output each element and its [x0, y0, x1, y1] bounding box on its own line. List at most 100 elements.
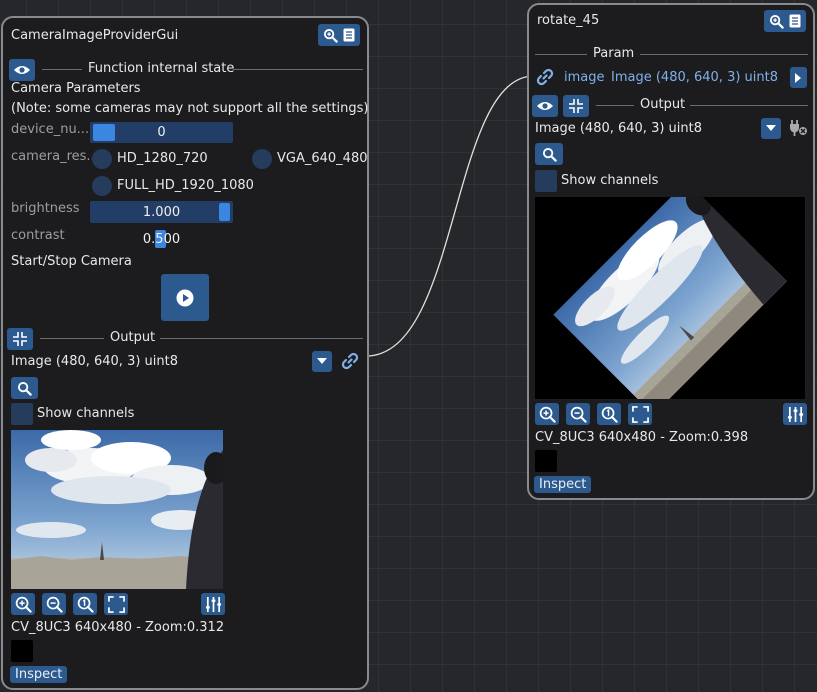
zoom-fit-button[interactable]: [104, 593, 128, 615]
separator-line: [160, 338, 363, 339]
inspect-button[interactable]: Inspect: [10, 666, 68, 683]
camera-parameters-note: (Note: some cameras may not support all …: [11, 101, 369, 116]
chevron-right-icon: [795, 72, 802, 83]
zoom-in-icon: [539, 406, 556, 423]
node-title: CameraImageProviderGui: [11, 28, 179, 43]
device-number-value: 0: [157, 125, 166, 140]
toggle-visibility-button[interactable]: [532, 95, 558, 117]
inspect-button[interactable]: Inspect: [534, 476, 592, 493]
brightness-slider[interactable]: 1.000: [90, 201, 233, 223]
show-channels-label: Show channels: [37, 406, 135, 421]
collapse-icon: [568, 98, 584, 114]
zoom-fit-button[interactable]: [628, 403, 652, 425]
image-zoom-button[interactable]: [535, 143, 563, 165]
eye-icon: [13, 64, 31, 76]
zoom-one-icon: [601, 406, 618, 423]
doc-icon: [343, 28, 355, 42]
image-info-label: CV_8UC3 640x480 - Zoom:0.312: [11, 620, 225, 635]
link-icon: [535, 67, 555, 87]
zoom-in-button[interactable]: [11, 593, 35, 615]
pixel-color-swatch: [11, 640, 33, 662]
camera-resolution-label: camera_res...: [11, 149, 99, 164]
separator-line: [233, 69, 363, 70]
show-channels-checkbox[interactable]: [11, 403, 33, 425]
contrast-slider[interactable]: 0.500: [90, 228, 233, 250]
radio-vga-640-480[interactable]: [252, 149, 272, 169]
chevron-down-icon: [766, 125, 776, 132]
zoom-out-icon: [570, 406, 587, 423]
zoom-out-button[interactable]: [566, 403, 590, 425]
collapse-icon: [12, 331, 28, 347]
brightness-value: 1.000: [142, 204, 181, 220]
output-dropdown-button[interactable]: [312, 351, 332, 372]
device-number-grab[interactable]: [93, 124, 115, 141]
radio-full-hd-1920-1080[interactable]: [92, 176, 112, 196]
image-zoom-button[interactable]: [11, 377, 38, 399]
param-value: Image (480, 640, 3) uint8: [611, 70, 779, 85]
radio-hd-1280-720[interactable]: [92, 149, 112, 169]
start-stop-label: Start/Stop Camera: [11, 254, 132, 269]
camera-parameters-title: Camera Parameters: [11, 81, 141, 96]
collapse-output-button[interactable]: [7, 328, 33, 350]
separator-line: [40, 338, 104, 339]
separator-line: [596, 105, 634, 106]
pixel-color-swatch: [535, 450, 557, 472]
output-dropdown-button[interactable]: [761, 118, 781, 139]
fit-icon: [631, 405, 649, 423]
param-expand-button[interactable]: [790, 67, 807, 88]
node-zoom-button[interactable]: [318, 24, 360, 46]
output-type-label: Image (480, 640, 3) uint8: [11, 354, 179, 369]
show-channels-checkbox[interactable]: [535, 170, 557, 192]
sliders-icon: [787, 406, 804, 423]
zoom-out-button[interactable]: [42, 593, 66, 615]
zoom-in-button[interactable]: [535, 403, 559, 425]
contrast-value: 0.500: [142, 231, 181, 247]
zoom-one-icon: [77, 596, 94, 613]
start-stop-camera-button[interactable]: [161, 274, 209, 321]
separator-line: [42, 69, 82, 70]
separator-line: [690, 105, 808, 106]
node-title: rotate_45: [537, 13, 600, 28]
radio-label: HD_1280_720: [117, 151, 208, 166]
doc-icon: [789, 14, 801, 28]
collapse-output-button[interactable]: [563, 95, 589, 117]
fit-icon: [107, 595, 125, 613]
node-zoom-button[interactable]: [764, 10, 806, 32]
device-number-label: device_nu...: [11, 122, 90, 137]
output-link-pin[interactable]: [337, 349, 363, 373]
image-options-button[interactable]: [201, 593, 225, 615]
rotated-image[interactable]: [535, 197, 805, 399]
show-channels-label: Show channels: [561, 173, 659, 188]
sliders-icon: [205, 596, 222, 613]
zoom-reset-button[interactable]: [597, 403, 621, 425]
image-options-button[interactable]: [783, 403, 807, 425]
zoom-out-icon: [46, 596, 63, 613]
param-separator: Param: [593, 46, 635, 61]
separator-line: [640, 54, 808, 55]
play-icon: [176, 289, 194, 307]
toggle-visibility-button[interactable]: [9, 59, 35, 81]
separator-line: [535, 54, 587, 55]
radio-label: VGA_640_480: [277, 151, 368, 166]
eye-icon: [536, 100, 554, 112]
param-name: image: [564, 70, 605, 85]
output-type-label: Image (480, 640, 3) uint8: [535, 121, 703, 136]
disconnect-button[interactable]: [786, 116, 810, 140]
radio-label: FULL_HD_1920_1080: [117, 178, 254, 193]
output-separator: Output: [640, 97, 686, 112]
brightness-grab[interactable]: [219, 203, 230, 221]
zoom-icon: [542, 147, 557, 162]
camera-image[interactable]: [11, 430, 223, 589]
zoom-reset-button[interactable]: [73, 593, 97, 615]
output-separator: Output: [110, 330, 156, 345]
zoom-icon: [769, 14, 784, 29]
image-info-label: CV_8UC3 640x480 - Zoom:0.398: [535, 430, 749, 445]
zoom-icon: [323, 28, 338, 43]
contrast-label: contrast: [11, 228, 65, 243]
zoom-icon: [17, 381, 32, 396]
chevron-down-icon: [317, 358, 327, 365]
zoom-in-icon: [15, 596, 32, 613]
param-link-pin[interactable]: [532, 65, 558, 89]
link-icon: [340, 351, 360, 371]
function-internal-state-separator: Function internal state: [88, 61, 235, 76]
